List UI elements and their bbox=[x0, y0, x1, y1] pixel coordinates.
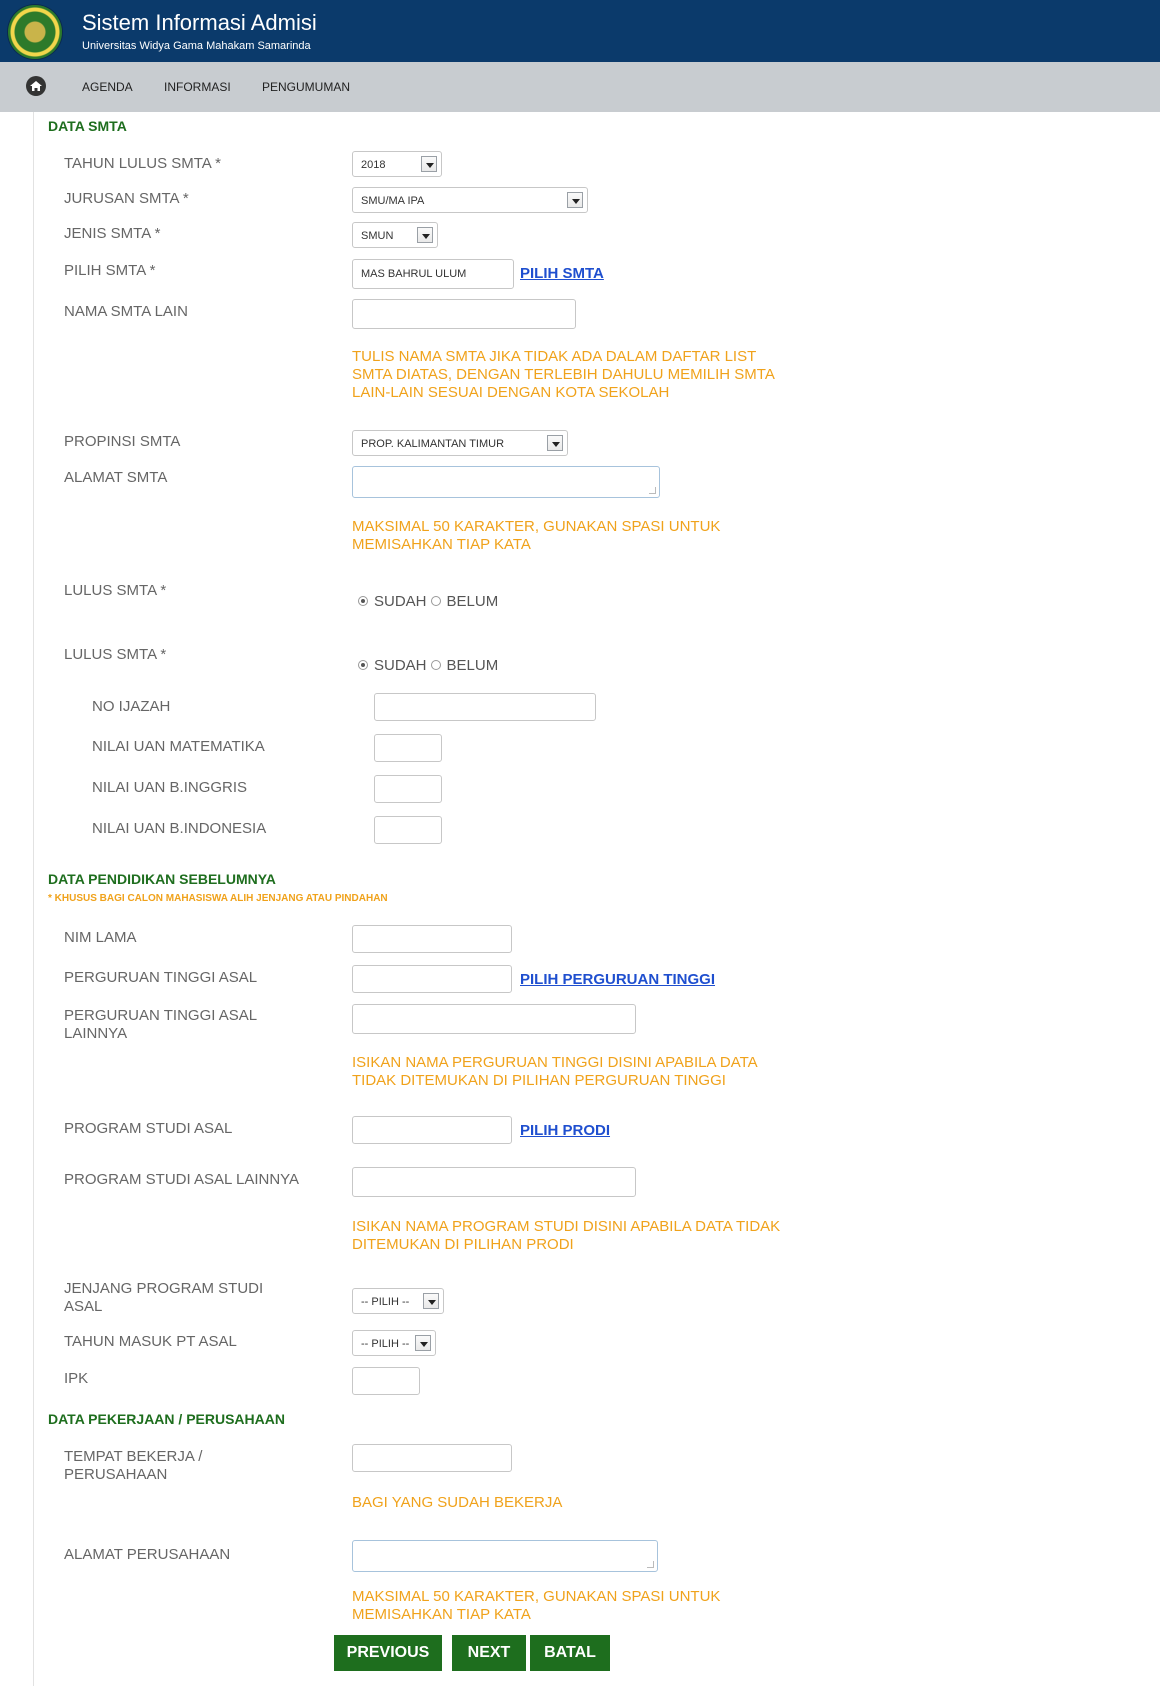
label-nama-smta-lain: NAMA SMTA LAIN bbox=[64, 303, 188, 320]
input-nama-smta-lain[interactable] bbox=[352, 299, 576, 329]
section-title-data-smta: DATA SMTA bbox=[48, 118, 127, 134]
select-jenis-value: SMUN bbox=[361, 230, 394, 242]
label-uan-inggris: NILAI UAN B.INGGRIS bbox=[92, 779, 248, 796]
label-perguruan-tinggi-asal: PERGURUAN TINGGI ASAL bbox=[64, 969, 258, 986]
batal-button[interactable]: BATAL bbox=[530, 1635, 610, 1671]
nav-bar: AGENDA INFORMASI PENGUMUMAN bbox=[0, 62, 1160, 112]
section-note-alih-jenjang: * KHUSUS BAGI CALON MAHASISWA ALIH JENJA… bbox=[48, 893, 388, 904]
section-title-data-pendidikan: DATA PENDIDIKAN SEBELUMNYA bbox=[48, 871, 276, 887]
chevron-down-icon[interactable] bbox=[423, 1293, 439, 1309]
radio-sudah[interactable] bbox=[358, 660, 368, 671]
select-tahun-lulus-value: 2018 bbox=[361, 159, 386, 171]
link-pilih-smta[interactable]: PILIH SMTA bbox=[520, 265, 604, 282]
input-uan-matematika[interactable] bbox=[374, 734, 442, 762]
hint-pt-asal-lainnya: ISIKAN NAMA PERGURUAN TINGGI DISINI APAB… bbox=[352, 1054, 758, 1089]
label-jurusan: JURUSAN SMTA * bbox=[64, 190, 189, 207]
label-tahun-masuk-pt-asal: TAHUN MASUK PT ASAL bbox=[64, 1333, 237, 1350]
section-title-data-pekerjaan: DATA PEKERJAAN / PERUSAHAAN bbox=[48, 1411, 285, 1427]
radio-group-lulus-2: SUDAH BELUM bbox=[358, 656, 502, 674]
radio-belum[interactable] bbox=[430, 660, 441, 671]
hint-alamat-perusahaan: MAKSIMAL 50 KARAKTER, GUNAKAN SPASI UNTU… bbox=[352, 1588, 721, 1623]
select-tahun-masuk-pt-asal[interactable]: -- PILIH -- bbox=[352, 1330, 436, 1356]
label-program-studi-asal: PROGRAM STUDI ASAL bbox=[64, 1120, 233, 1137]
hint-alamat-smta: MAKSIMAL 50 KARAKTER, GUNAKAN SPASI UNTU… bbox=[352, 518, 721, 553]
input-program-studi-asal[interactable] bbox=[352, 1116, 512, 1144]
label-propinsi: PROPINSI SMTA bbox=[64, 433, 181, 450]
select-jenjang-prodi-asal-value: -- PILIH -- bbox=[361, 1296, 410, 1308]
input-no-ijazah[interactable] bbox=[374, 693, 596, 721]
label-lulus-smta-2: LULUS SMTA * bbox=[64, 646, 167, 663]
next-button[interactable]: NEXT bbox=[452, 1635, 526, 1671]
radio-belum[interactable] bbox=[430, 596, 441, 607]
label-no-ijazah: NO IJAZAH bbox=[92, 698, 171, 715]
input-pt-asal-lainnya[interactable] bbox=[352, 1004, 636, 1034]
radio-belum-label: BELUM bbox=[446, 592, 499, 610]
chevron-down-icon[interactable] bbox=[547, 435, 563, 451]
label-nim-lama: NIM LAMA bbox=[64, 929, 137, 946]
radio-group-lulus: SUDAH BELUM bbox=[358, 592, 502, 610]
nav-item-informasi[interactable]: INFORMASI bbox=[164, 80, 231, 94]
textarea-alamat-smta[interactable] bbox=[352, 466, 660, 498]
select-tahun-masuk-value: -- PILIH -- bbox=[361, 1338, 410, 1350]
input-pilih-smta[interactable]: MAS BAHRUL ULUM bbox=[352, 259, 514, 289]
select-tahun-lulus[interactable]: 2018 bbox=[352, 151, 442, 177]
label-alamat-perusahaan: ALAMAT PERUSAHAAN bbox=[64, 1546, 231, 1563]
radio-sudah-label: SUDAH bbox=[374, 656, 427, 674]
label-pilih-smta: PILIH SMTA * bbox=[64, 262, 156, 279]
input-perguruan-tinggi-asal[interactable] bbox=[352, 965, 512, 993]
input-tempat-bekerja[interactable] bbox=[352, 1444, 512, 1472]
label-tempat-bekerja: TEMPAT BEKERJA / PERUSAHAAN bbox=[64, 1448, 203, 1483]
hint-tempat-bekerja: BAGI YANG SUDAH BEKERJA bbox=[352, 1494, 563, 1511]
radio-belum-label: BELUM bbox=[446, 656, 499, 674]
label-uan-indonesia: NILAI UAN B.INDONESIA bbox=[92, 820, 267, 837]
link-pilih-perguruan-tinggi[interactable]: PILIH PERGURUAN TINGGI bbox=[520, 971, 715, 988]
input-pilih-smta-value: MAS BAHRUL ULUM bbox=[361, 268, 467, 280]
select-propinsi[interactable]: PROP. KALIMANTAN TIMUR bbox=[352, 430, 568, 456]
resize-handle-icon[interactable] bbox=[649, 487, 656, 494]
chevron-down-icon[interactable] bbox=[567, 192, 583, 208]
label-prodi-asal-lainnya: PROGRAM STUDI ASAL LAINNYA bbox=[64, 1171, 300, 1188]
chevron-down-icon[interactable] bbox=[417, 227, 433, 243]
home-icon[interactable] bbox=[26, 76, 46, 96]
hint-nama-smta-lain: TULIS NAMA SMTA JIKA TIDAK ADA DALAM DAF… bbox=[352, 348, 775, 401]
previous-button[interactable]: PREVIOUS bbox=[334, 1635, 442, 1671]
label-lulus-smta: LULUS SMTA * bbox=[64, 582, 167, 599]
hint-prodi-asal-lainnya: ISIKAN NAMA PROGRAM STUDI DISINI APABILA… bbox=[352, 1218, 781, 1253]
app-subtitle: Universitas Widya Gama Mahakam Samarinda bbox=[82, 40, 311, 52]
label-tahun-lulus: TAHUN LULUS SMTA * bbox=[64, 155, 221, 172]
label-uan-matematika: NILAI UAN MATEMATIKA bbox=[92, 738, 265, 755]
radio-sudah-label: SUDAH bbox=[374, 592, 427, 610]
content-divider bbox=[33, 112, 34, 1686]
label-pt-asal-lainnya: PERGURUAN TINGGI ASAL LAINNYA bbox=[64, 1007, 258, 1042]
radio-sudah[interactable] bbox=[358, 596, 368, 607]
nav-item-agenda[interactable]: AGENDA bbox=[82, 80, 133, 94]
select-jenis[interactable]: SMUN bbox=[352, 222, 438, 248]
resize-handle-icon[interactable] bbox=[647, 1561, 654, 1568]
top-header: Sistem Informasi Admisi Universitas Widy… bbox=[0, 0, 1160, 62]
select-jurusan[interactable]: SMU/MA IPA bbox=[352, 187, 588, 213]
label-ipk: IPK bbox=[64, 1370, 89, 1387]
input-nim-lama[interactable] bbox=[352, 925, 512, 953]
label-alamat-smta: ALAMAT SMTA bbox=[64, 469, 168, 486]
chevron-down-icon[interactable] bbox=[421, 156, 437, 172]
app-title: Sistem Informasi Admisi bbox=[82, 10, 317, 35]
input-uan-indonesia[interactable] bbox=[374, 816, 442, 844]
textarea-alamat-perusahaan[interactable] bbox=[352, 1540, 658, 1572]
input-prodi-asal-lainnya[interactable] bbox=[352, 1167, 636, 1197]
select-propinsi-value: PROP. KALIMANTAN TIMUR bbox=[361, 438, 505, 450]
university-logo-icon bbox=[8, 5, 62, 59]
input-uan-inggris[interactable] bbox=[374, 775, 442, 803]
nav-item-pengumuman[interactable]: PENGUMUMAN bbox=[262, 80, 350, 94]
chevron-down-icon[interactable] bbox=[415, 1335, 431, 1351]
input-ipk[interactable] bbox=[352, 1367, 420, 1395]
label-jenjang-prodi-asal: JENJANG PROGRAM STUDI ASAL bbox=[64, 1280, 264, 1315]
select-jurusan-value: SMU/MA IPA bbox=[361, 195, 425, 207]
link-pilih-prodi[interactable]: PILIH PRODI bbox=[520, 1122, 610, 1139]
label-jenis: JENIS SMTA * bbox=[64, 225, 161, 242]
select-jenjang-prodi-asal[interactable]: -- PILIH -- bbox=[352, 1288, 444, 1314]
